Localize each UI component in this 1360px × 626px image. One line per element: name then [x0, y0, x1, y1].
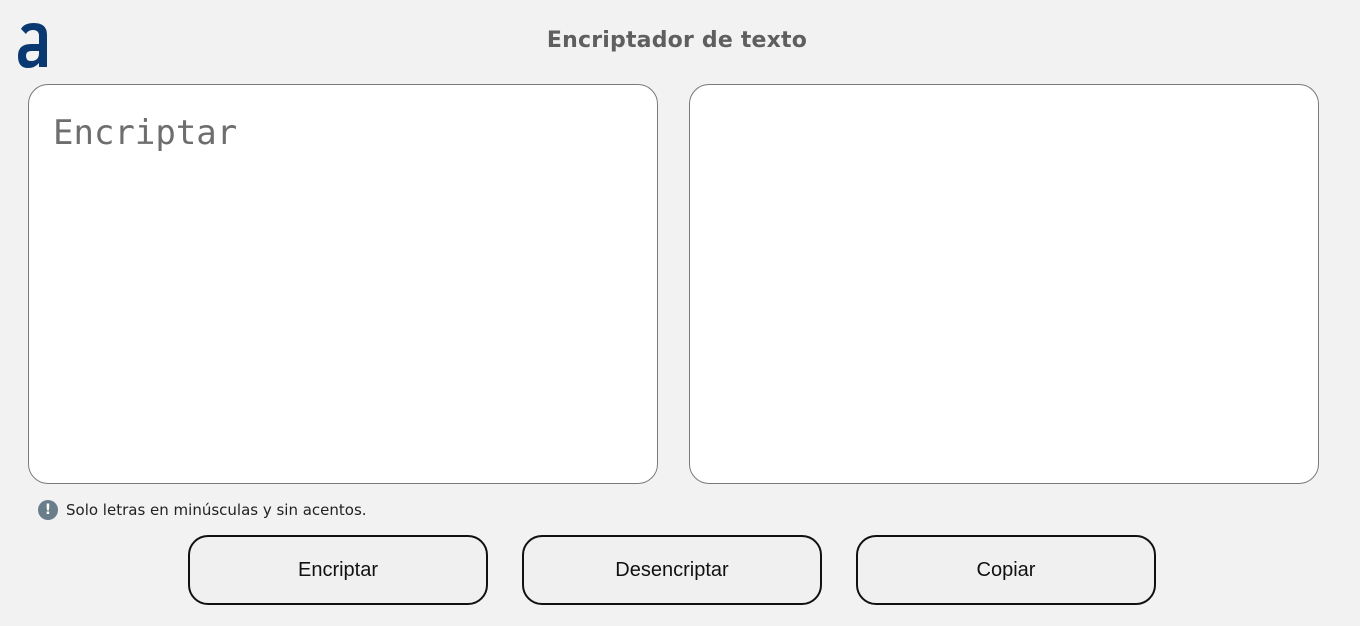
result-text-output[interactable]	[689, 84, 1319, 484]
input-hint: ! Solo letras en minúsculas y sin acento…	[38, 499, 367, 521]
encrypt-text-input[interactable]	[28, 84, 658, 484]
decrypt-button[interactable]: Desencriptar	[522, 535, 822, 605]
app-page: Encriptador de texto ! Solo letras en mi…	[0, 0, 1360, 626]
exclamation-icon: !	[38, 500, 58, 520]
hint-text: Solo letras en minúsculas y sin acentos.	[66, 501, 367, 519]
copy-button[interactable]: Copiar	[856, 535, 1156, 605]
encrypt-button[interactable]: Encriptar	[188, 535, 488, 605]
page-title: Encriptador de texto	[546, 28, 808, 53]
